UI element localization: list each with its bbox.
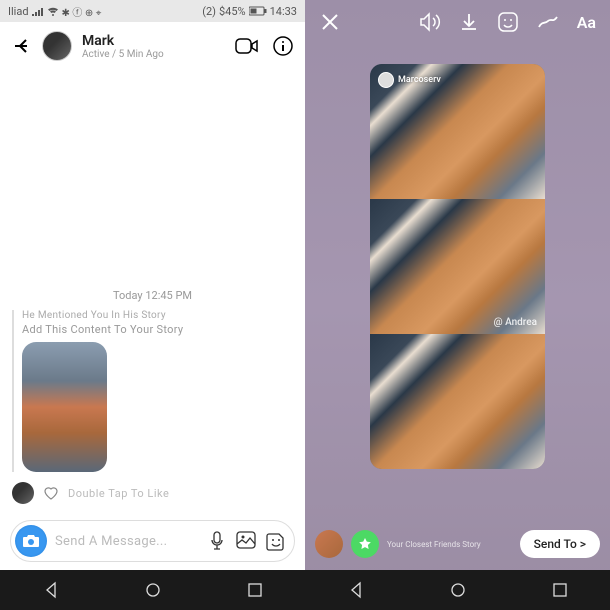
- heart-icon[interactable]: [42, 484, 60, 502]
- message-input-bar[interactable]: Send A Message...: [10, 520, 295, 562]
- camera-button[interactable]: [15, 525, 47, 557]
- mention-block: He Mentioned You In His Story Add This C…: [12, 310, 293, 472]
- message-input[interactable]: Send A Message...: [55, 534, 200, 549]
- info-icon[interactable]: [273, 36, 293, 56]
- story-preview-thumbnail[interactable]: [22, 342, 107, 472]
- gallery-icon[interactable]: [236, 531, 256, 549]
- story-author-name: Marcoserv: [398, 75, 441, 85]
- sound-icon[interactable]: [419, 12, 441, 32]
- status-bar: Iliad ✱ ⓕ ⊕ ⌖ (2) $45% 14:33: [0, 0, 305, 22]
- chat-username: Mark: [82, 33, 225, 49]
- nav-home-icon[interactable]: [449, 581, 467, 599]
- battery-label: $45%: [219, 5, 246, 18]
- chat-header: Mark Active / 5 Min Ago: [0, 22, 305, 70]
- nav-recent-icon[interactable]: [247, 582, 263, 598]
- text-tool-icon[interactable]: Aa: [577, 13, 596, 32]
- story-canvas[interactable]: Marcoserv @ Andrea: [305, 44, 610, 518]
- add-to-story-link[interactable]: Add This Content To Your Story: [22, 323, 293, 336]
- carrier-label: Iliad: [8, 5, 29, 18]
- star-icon: [358, 537, 372, 551]
- status-icons: ✱ ⓕ ⊕ ⌖: [62, 4, 102, 19]
- story-mention-tag: @ Andrea: [494, 317, 537, 328]
- close-friends-button[interactable]: [351, 530, 379, 558]
- your-story-button[interactable]: [315, 530, 343, 558]
- active-status: Active / 5 Min Ago: [82, 49, 225, 60]
- android-nav-bar-right: [305, 570, 610, 610]
- sticker-tool-icon[interactable]: [497, 11, 519, 33]
- draw-icon[interactable]: [537, 12, 559, 32]
- arrow-left-icon: [12, 36, 32, 56]
- battery-icon: [249, 6, 267, 16]
- sticker-icon[interactable]: [266, 531, 286, 551]
- nav-recent-icon[interactable]: [552, 582, 568, 598]
- user-avatar[interactable]: [42, 31, 72, 61]
- story-footer: Your Closest Friends Story Send To >: [305, 518, 610, 570]
- footer-label: Your Closest Friends Story: [387, 540, 481, 549]
- mention-text: He Mentioned You In His Story: [22, 310, 293, 321]
- nav-back-icon[interactable]: [347, 581, 365, 599]
- camera-icon: [22, 533, 40, 549]
- story-editor-header: Aa: [305, 0, 610, 44]
- video-call-icon[interactable]: [235, 36, 259, 56]
- double-tap-hint: Double Tap To Like: [68, 487, 169, 500]
- nav-home-icon[interactable]: [144, 581, 162, 599]
- time-label: 14:33: [270, 5, 297, 18]
- close-icon[interactable]: [319, 11, 341, 33]
- nav-back-icon[interactable]: [42, 581, 60, 599]
- notification-count: (2): [202, 5, 216, 18]
- message-timestamp: Today 12:45 PM: [12, 289, 293, 302]
- send-to-button[interactable]: Send To >: [520, 530, 600, 558]
- story-author-avatar: [378, 72, 394, 88]
- story-card[interactable]: Marcoserv @ Andrea: [370, 64, 545, 469]
- android-nav-bar: [0, 570, 305, 610]
- download-icon[interactable]: [459, 12, 479, 32]
- back-button[interactable]: [12, 36, 32, 56]
- chat-body: Today 12:45 PM He Mentioned You In His S…: [0, 70, 305, 514]
- sender-avatar[interactable]: [12, 482, 34, 504]
- wifi-icon: [47, 6, 59, 16]
- signal-icon: [32, 6, 44, 16]
- microphone-icon[interactable]: [208, 531, 226, 551]
- story-author-tag: Marcoserv: [378, 72, 441, 88]
